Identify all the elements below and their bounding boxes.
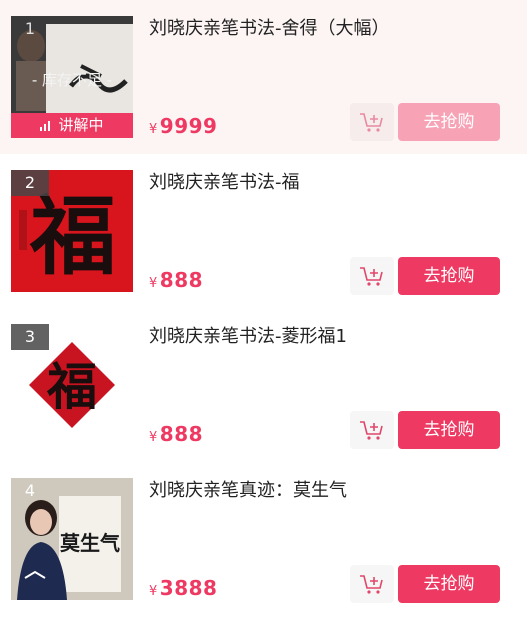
rank-badge: 3 <box>11 324 49 350</box>
cart-plus-icon <box>360 421 383 440</box>
fu-character: 福 <box>29 186 116 287</box>
product-thumbnail[interactable]: 福 3 <box>11 324 133 446</box>
buy-now-button[interactable]: 去抢购 <box>398 103 500 141</box>
rank-badge: 1 <box>24 19 36 38</box>
stock-status: - 库存不足 - <box>31 71 113 89</box>
buy-now-button[interactable]: 去抢购 <box>398 411 500 449</box>
cart-plus-icon <box>360 575 383 594</box>
product-item[interactable]: 福 3 刘晓庆亲笔书法-菱形福1 ¥888 去抢购 <box>0 308 527 462</box>
product-item[interactable]: 福 2 刘晓庆亲笔书法-福 ¥888 去抢购 <box>0 154 527 308</box>
add-to-cart-button[interactable] <box>350 103 394 141</box>
product-item[interactable]: 1 - 库存不足 - 讲解中 刘晓庆亲笔书法-舍得（大幅） ¥9999 去抢购 <box>0 0 527 154</box>
product-item[interactable]: 莫生气 4 刘晓庆亲笔真迹：莫生气 ¥3888 去抢购 <box>0 462 527 616</box>
cart-plus-icon <box>360 267 383 286</box>
product-thumbnail[interactable]: 福 2 <box>11 170 133 292</box>
product-title[interactable]: 刘晓庆亲笔书法-福 <box>149 168 300 194</box>
product-price: ¥3888 <box>149 576 218 600</box>
rank-badge: 2 <box>11 170 49 196</box>
fu-character: 福 <box>46 357 97 416</box>
product-thumbnail[interactable]: 1 - 库存不足 - 讲解中 <box>11 16 133 138</box>
product-list: 1 - 库存不足 - 讲解中 刘晓庆亲笔书法-舍得（大幅） ¥9999 去抢购 <box>0 0 527 617</box>
live-label: 讲解中 <box>58 116 104 134</box>
product-title[interactable]: 刘晓庆亲笔真迹：莫生气 <box>149 476 347 502</box>
buy-now-button[interactable]: 去抢购 <box>398 257 500 295</box>
product-thumbnail[interactable]: 莫生气 4 <box>11 478 133 600</box>
product-price: ¥9999 <box>149 114 218 138</box>
cart-plus-icon <box>360 113 383 132</box>
product-price: ¥888 <box>149 422 204 446</box>
product-title[interactable]: 刘晓庆亲笔书法-舍得（大幅） <box>149 14 390 40</box>
product-price: ¥888 <box>149 268 204 292</box>
buy-now-button[interactable]: 去抢购 <box>398 565 500 603</box>
live-explaining-badge: 讲解中 <box>11 113 133 138</box>
calligraphy-text: 莫生气 <box>59 531 120 555</box>
add-to-cart-button[interactable] <box>350 565 394 603</box>
audio-bars-icon <box>40 120 52 131</box>
add-to-cart-button[interactable] <box>350 257 394 295</box>
product-title[interactable]: 刘晓庆亲笔书法-菱形福1 <box>149 322 347 348</box>
rank-badge: 4 <box>24 481 36 500</box>
add-to-cart-button[interactable] <box>350 411 394 449</box>
